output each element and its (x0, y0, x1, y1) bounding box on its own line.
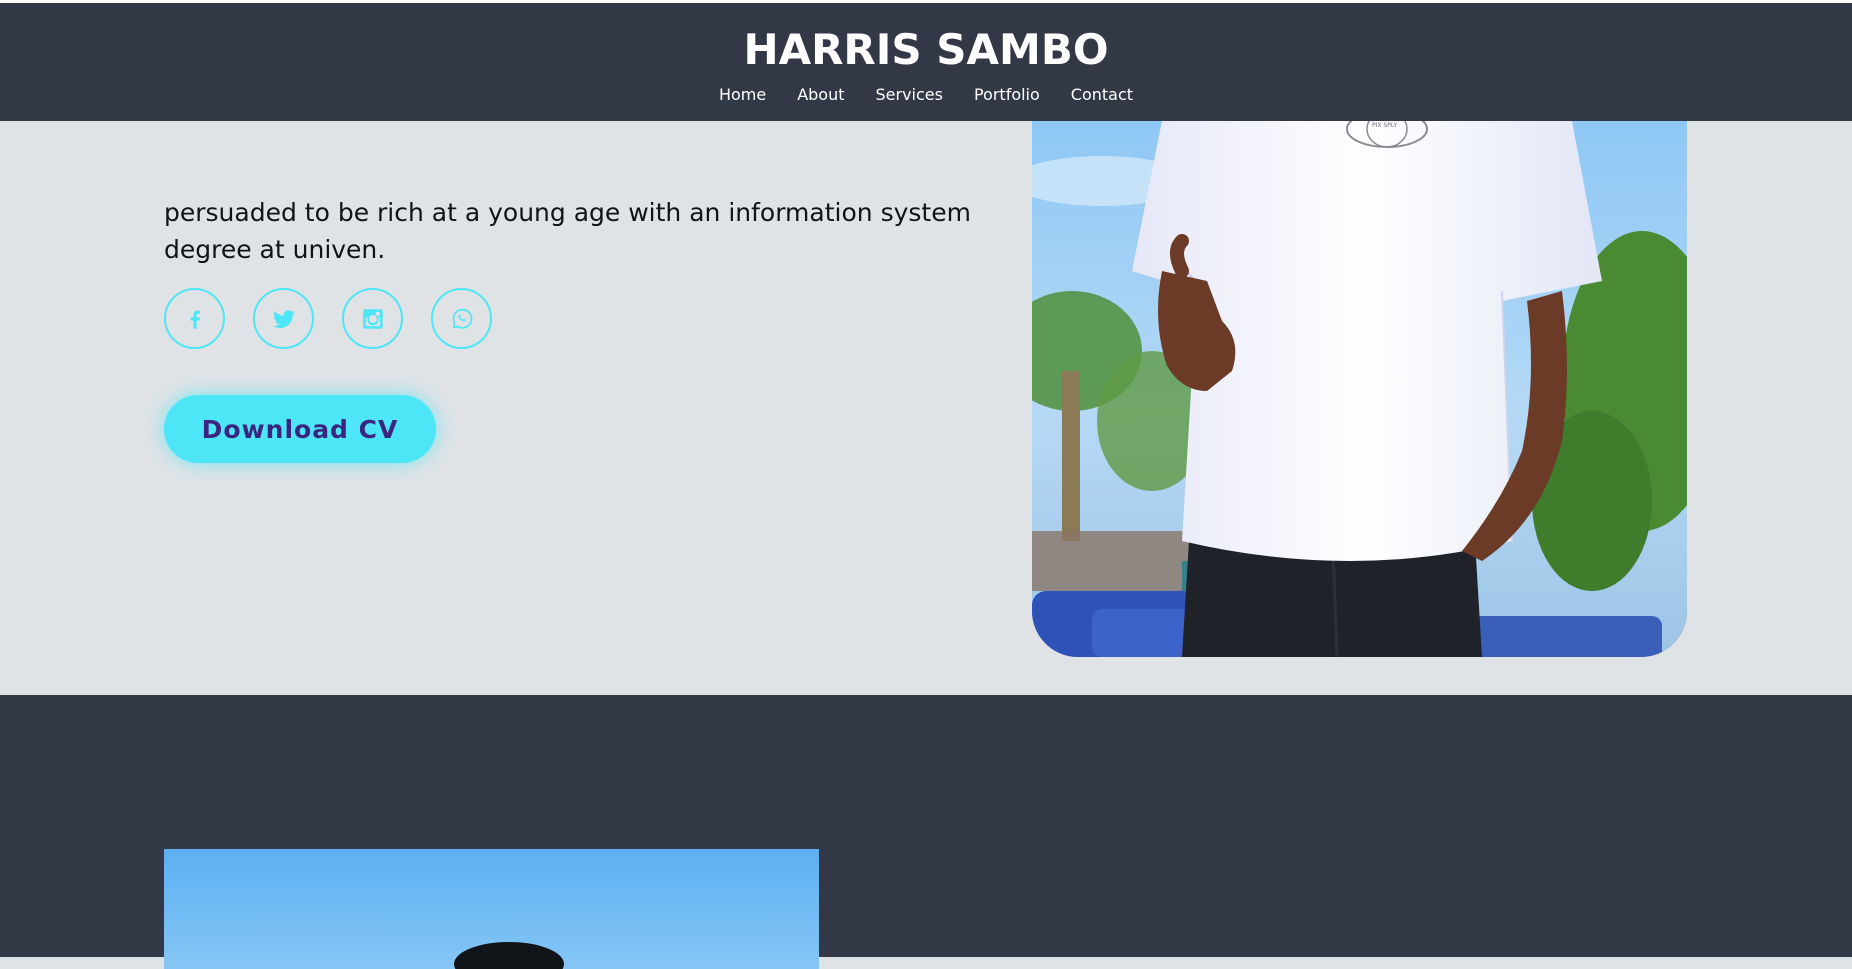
nav-home[interactable]: Home (719, 84, 766, 106)
site-title[interactable]: HARRIS SAMBO (0, 25, 1852, 75)
instagram-link[interactable] (342, 288, 403, 349)
site-header: HARRIS SAMBO Home About Services Portfol… (0, 3, 1852, 121)
about-photo-illustration (454, 942, 564, 969)
nav-contact[interactable]: Contact (1071, 84, 1133, 106)
about-photo (164, 849, 819, 969)
download-cv-button[interactable]: Download CV (164, 395, 436, 463)
facebook-icon (190, 310, 200, 329)
nav-services[interactable]: Services (876, 84, 943, 106)
hero-section: persuaded to be rich at a young age with… (0, 121, 1852, 695)
portrait-illustration: PIX SPLY (1032, 121, 1687, 657)
whatsapp-icon (452, 308, 472, 329)
main-nav: Home About Services Portfolio Contact (0, 84, 1852, 106)
hero-portrait-photo: PIX SPLY (1032, 121, 1687, 657)
nav-about[interactable]: About (797, 84, 844, 106)
facebook-link[interactable] (164, 288, 225, 349)
nav-portfolio[interactable]: Portfolio (974, 84, 1040, 106)
twitter-link[interactable] (253, 288, 314, 349)
hero-description: persuaded to be rich at a young age with… (164, 198, 971, 264)
twitter-icon (272, 309, 295, 328)
social-links (164, 288, 492, 349)
shirt-print: PIX SPLY (1372, 122, 1397, 129)
whatsapp-link[interactable] (431, 288, 492, 349)
about-section (0, 695, 1852, 969)
instagram-icon (362, 308, 383, 329)
